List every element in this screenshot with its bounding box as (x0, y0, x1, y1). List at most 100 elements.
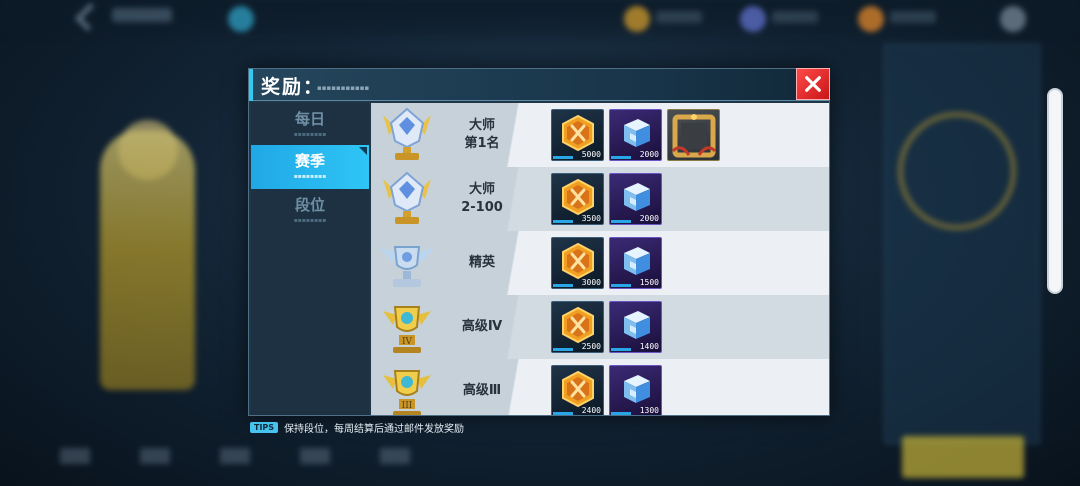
rank-name: 精英 (468, 255, 495, 270)
tab-season-label: 赛季 (294, 152, 325, 170)
gold-trophy-iii-icon: III (375, 361, 439, 415)
reward-row: III 高级Ⅲ 2400 1300 (371, 359, 829, 415)
reward-row: 大师第1名 5000 2000 (371, 103, 829, 167)
rank-name: 大师 (468, 182, 495, 197)
background-rank-ring (898, 112, 1016, 230)
background-currency (656, 11, 702, 23)
reward-items: 2500 1400 (551, 301, 662, 355)
rank-label: 大师第1名 (437, 103, 527, 167)
rank-name: 高级Ⅲ (462, 383, 502, 398)
reward-item-coin[interactable]: 3500 (551, 173, 604, 225)
quantity-bar (611, 284, 631, 287)
background-coin-icon (624, 6, 650, 32)
close-button[interactable] (796, 68, 830, 100)
reward-quantity: 2000 (639, 150, 659, 159)
gold-diamond-trophy-icon (375, 169, 439, 229)
reward-item-frame[interactable] (667, 109, 720, 161)
dialog-header: 奖励： ▪▪▪▪▪▪▪▪▪▪▪ (249, 69, 829, 101)
quantity-bar (553, 284, 573, 287)
quantity-bar (611, 156, 631, 159)
quantity-bar (553, 156, 573, 159)
background-character (100, 130, 195, 390)
reward-quantity: 2400 (581, 406, 601, 415)
rank-label: 高级Ⅲ (437, 359, 527, 415)
tab-daily[interactable]: 每日 ▪▪▪▪▪▪▪▪ (251, 103, 369, 147)
reward-item-coin[interactable]: 3000 (551, 237, 604, 289)
reward-item-coin[interactable]: 2500 (551, 301, 604, 353)
gold-trophy-iv-icon: IV (375, 297, 439, 357)
reward-row-rank-area: 大师第1名 (371, 103, 543, 167)
background-settings-icon (1000, 6, 1026, 32)
tab-rank-label: 段位 (294, 196, 325, 214)
quantity-bar (611, 348, 631, 351)
svg-text:III: III (402, 401, 413, 411)
reward-quantity: 3500 (581, 214, 601, 223)
tab-subtitle-decoration: ▪▪▪▪▪▪▪▪ (293, 217, 327, 224)
tab-subtitle-decoration: ▪▪▪▪▪▪▪▪ (293, 173, 327, 180)
quantity-bar (553, 220, 573, 223)
reward-quantity: 1400 (639, 342, 659, 351)
tips-text: 保持段位，每周结算后通过邮件发放奖励 (284, 423, 465, 435)
reward-row-rank-area: 精英 (371, 231, 543, 295)
reward-item-cube[interactable]: 1500 (609, 237, 662, 289)
dialog-subtitle-decoration: ▪▪▪▪▪▪▪▪▪▪▪ (317, 84, 370, 92)
background-icon (228, 6, 254, 32)
reward-row: 精英 3000 1500 (371, 231, 829, 295)
background-currency (890, 11, 936, 23)
reward-items: 5000 2000 (551, 109, 720, 163)
reward-list[interactable]: 大师 第1名 5000 2000 大师 2-100 3500 2000 精英 3000 1500 IV… (371, 103, 829, 415)
reward-items: 2400 1300 (551, 365, 662, 415)
background-currency (772, 11, 818, 23)
quantity-bar (611, 412, 631, 415)
background-right-panel (884, 44, 1040, 444)
background-avatar-icon (858, 6, 884, 32)
quantity-bar (553, 412, 573, 415)
tab-daily-label: 每日 (294, 110, 325, 128)
reward-item-cube[interactable]: 1300 (609, 365, 662, 415)
tips-bar: TIPS 保持段位，每周结算后通过邮件发放奖励 (250, 420, 465, 435)
background-yellow-button (902, 436, 1024, 478)
quantity-bar (611, 220, 631, 223)
reward-item-cube[interactable]: 1400 (609, 301, 662, 353)
reward-item-cube[interactable]: 2000 (609, 109, 662, 161)
reward-quantity: 1300 (639, 406, 659, 415)
reward-items: 3500 2000 (551, 173, 662, 227)
rank-label: 大师 2-100 (437, 167, 527, 231)
gold-diamond-trophy-icon (375, 105, 439, 165)
reward-tabs: 每日 ▪▪▪▪▪▪▪▪ 赛季 ▪▪▪▪▪▪▪▪ 段位 ▪▪▪▪▪▪▪▪ (251, 103, 369, 415)
reward-row-rank-area: IV 高级Ⅳ (371, 295, 543, 359)
side-scrollbar[interactable] (1047, 88, 1063, 294)
reward-quantity: 3000 (581, 278, 601, 287)
close-icon (805, 76, 821, 92)
dialog-title: 奖励： (261, 76, 325, 98)
rank-label: 高级Ⅳ (437, 295, 527, 359)
tips-badge: TIPS (250, 421, 279, 433)
background-title (112, 8, 172, 22)
tab-season[interactable]: 赛季 ▪▪▪▪▪▪▪▪ (251, 145, 369, 189)
background-bottom-nav (60, 448, 460, 464)
reward-item-cube[interactable]: 2000 (609, 173, 662, 225)
reward-row-rank-area: III 高级Ⅲ (371, 359, 543, 415)
rank-position: 第1名 (464, 136, 500, 151)
reward-quantity: 1500 (639, 278, 659, 287)
rank-name: 大师 (468, 118, 495, 133)
rank-name: 高级Ⅳ (461, 319, 503, 334)
quantity-bar (553, 348, 573, 351)
background-gem-icon (740, 6, 766, 32)
reward-items: 3000 1500 (551, 237, 662, 291)
reward-row: IV 高级Ⅳ 2500 1400 (371, 295, 829, 359)
reward-quantity: 2000 (639, 214, 659, 223)
silver-winged-trophy-icon (375, 233, 439, 293)
svg-text:IV: IV (402, 337, 413, 347)
reward-quantity: 5000 (581, 150, 601, 159)
rank-label: 精英 (437, 231, 527, 295)
reward-quantity: 2500 (581, 342, 601, 351)
tab-subtitle-decoration: ▪▪▪▪▪▪▪▪ (293, 131, 327, 138)
reward-item-coin[interactable]: 2400 (551, 365, 604, 415)
rewards-dialog: 奖励： ▪▪▪▪▪▪▪▪▪▪▪ 每日 ▪▪▪▪▪▪▪▪ 赛季 ▪▪▪▪▪▪▪▪ … (248, 68, 830, 416)
reward-row-rank-area: 大师 2-100 (371, 167, 543, 231)
reward-row: 大师 2-100 3500 2000 (371, 167, 829, 231)
rank-position: 2-100 (461, 200, 503, 215)
tab-rank[interactable]: 段位 ▪▪▪▪▪▪▪▪ (251, 189, 369, 233)
reward-item-coin[interactable]: 5000 (551, 109, 604, 161)
